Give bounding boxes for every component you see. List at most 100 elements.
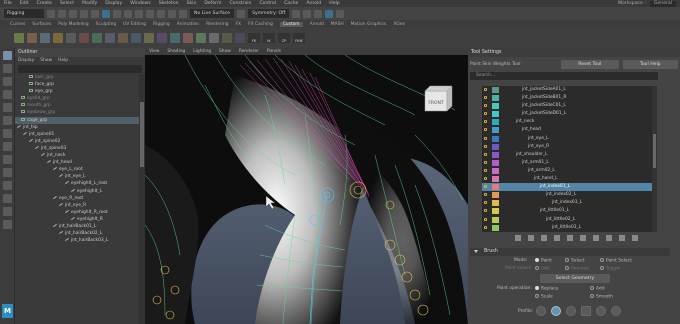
sort-icon[interactable] bbox=[515, 235, 521, 241]
shelf-tab-custom[interactable]: Custom bbox=[279, 21, 303, 27]
paint-select-toggle-radio[interactable]: Toggle bbox=[600, 266, 620, 272]
shelf-tab-animation[interactable]: Animation bbox=[177, 22, 199, 27]
influence-color-swatch[interactable] bbox=[492, 224, 499, 231]
op-add-radio[interactable]: Add bbox=[590, 286, 605, 292]
select-tool-icon[interactable] bbox=[2, 51, 12, 60]
influence-row[interactable]: jnt_arm02_L bbox=[482, 167, 657, 175]
viewcube[interactable]: FRONT bbox=[424, 85, 453, 112]
outliner-row[interactable]: eyelid_grp bbox=[15, 95, 139, 102]
layout-b-icon[interactable] bbox=[2, 207, 12, 216]
influence-color-swatch[interactable] bbox=[492, 87, 499, 93]
profile-image-icon[interactable] bbox=[596, 306, 606, 316]
outliner-row[interactable]: jnt_eye_L bbox=[15, 173, 139, 180]
lattice-icon[interactable] bbox=[105, 33, 115, 43]
shelf-tab-rendering[interactable]: Rendering bbox=[206, 22, 228, 27]
brush-section-header[interactable]: Brush bbox=[470, 248, 670, 256]
influence-color-swatch[interactable] bbox=[492, 135, 499, 142]
menu-cache[interactable]: Cache bbox=[284, 1, 298, 6]
cluster-icon[interactable] bbox=[92, 33, 102, 43]
unlock-all-icon[interactable] bbox=[541, 235, 547, 241]
lock-icon[interactable] bbox=[484, 160, 487, 164]
outliner-row[interactable]: cage_grp bbox=[15, 116, 139, 124]
outliner-layout-icon[interactable] bbox=[2, 168, 12, 177]
influence-row[interactable]: jnt_neck bbox=[482, 118, 657, 126]
influence-color-swatch[interactable] bbox=[492, 159, 499, 166]
outliner-row[interactable]: eyehighlt_R_root bbox=[15, 209, 139, 216]
op-replace-radio[interactable]: Replace bbox=[535, 286, 558, 292]
profile-square-icon[interactable] bbox=[581, 306, 591, 316]
menu-select[interactable]: Select bbox=[60, 1, 74, 6]
shelf-tab-xgen[interactable]: XGen bbox=[393, 22, 405, 27]
hypershade-icon[interactable] bbox=[325, 9, 334, 18]
influence-color-swatch[interactable] bbox=[492, 184, 499, 191]
lasso-tool-icon[interactable] bbox=[2, 64, 12, 73]
render-settings-icon[interactable] bbox=[314, 9, 323, 18]
lock-icon[interactable] bbox=[484, 177, 487, 181]
menu-skin[interactable]: Skin bbox=[187, 1, 197, 6]
influence-row[interactable]: jnt_eye_L bbox=[482, 135, 657, 143]
influence-color-swatch[interactable] bbox=[492, 103, 499, 110]
outliner-row[interactable]: jnt_hip bbox=[15, 124, 139, 131]
op-scale-radio[interactable]: Scale bbox=[535, 294, 553, 300]
menu-set-dropdown[interactable]: Rigging bbox=[4, 9, 44, 18]
paint-select-add-radio[interactable]: Add bbox=[535, 266, 550, 272]
influence-color-swatch[interactable] bbox=[492, 143, 499, 150]
viewport-panel[interactable]: View Shading Lighting Show Renderer Pane… bbox=[145, 48, 468, 324]
lock-icon[interactable] bbox=[484, 217, 487, 221]
shelf-tab-curves[interactable]: Curves bbox=[10, 22, 25, 27]
make-live-icon[interactable] bbox=[179, 9, 187, 18]
influence-row[interactable]: jnt_arm01_L bbox=[482, 159, 657, 167]
render-icon[interactable] bbox=[292, 9, 301, 18]
freeze-transforms-icon[interactable] bbox=[209, 33, 219, 43]
viewport-scene[interactable]: FRONT bbox=[145, 55, 468, 324]
snap-point-icon[interactable] bbox=[157, 9, 165, 18]
wrap-icon[interactable] bbox=[131, 33, 141, 43]
select-by-object-icon[interactable] bbox=[113, 9, 121, 18]
influence-row[interactable]: jnt_littlle03_L bbox=[482, 224, 657, 232]
render-setup-icon[interactable] bbox=[336, 9, 345, 18]
lock-icon[interactable] bbox=[484, 120, 487, 124]
copy-icon[interactable] bbox=[619, 235, 625, 241]
select-geometry-button[interactable]: Select Geometry bbox=[540, 274, 610, 283]
outliner-row[interactable]: jnt_spine01 bbox=[15, 131, 139, 138]
outliner-row[interactable]: eye_grp bbox=[15, 88, 139, 95]
outliner-search-input[interactable] bbox=[18, 65, 142, 73]
outliner-row[interactable]: jnt_hairBack02_L bbox=[15, 230, 139, 237]
graph-layout-icon[interactable] bbox=[2, 181, 12, 190]
outliner-menu-help[interactable]: Help bbox=[58, 58, 68, 63]
shelf-tab-sculpting[interactable]: Sculpting bbox=[96, 22, 117, 27]
vp-menu-renderer[interactable]: Renderer bbox=[239, 49, 259, 54]
ipr-render-icon[interactable] bbox=[303, 9, 312, 18]
influence-scrollbar[interactable] bbox=[652, 86, 657, 232]
shelf-tab-uv-editing[interactable]: UV Editing bbox=[123, 22, 146, 27]
lock-icon[interactable] bbox=[484, 152, 487, 156]
copy-weights-icon[interactable] bbox=[79, 33, 89, 43]
influence-color-swatch[interactable] bbox=[492, 167, 499, 174]
shelf-tab-fx-caching[interactable]: FX Caching bbox=[248, 22, 273, 27]
influence-row[interactable]: jnt_index01_L bbox=[482, 183, 657, 192]
ik-shelf-button[interactable]: IK bbox=[263, 33, 275, 43]
curve-tool-icon[interactable] bbox=[196, 33, 206, 43]
op-smooth-radio[interactable]: Smooth bbox=[590, 294, 613, 300]
rotate-tool-icon[interactable] bbox=[2, 103, 12, 112]
open-scene-icon[interactable] bbox=[58, 9, 66, 18]
mirror-icon[interactable] bbox=[606, 235, 612, 241]
outliner-menu-display[interactable]: Display bbox=[18, 58, 34, 63]
influence-row[interactable]: jnt_jacketSideC01_L bbox=[482, 102, 657, 110]
profile-soft-icon[interactable] bbox=[551, 306, 561, 316]
influence-color-swatch[interactable] bbox=[492, 208, 499, 215]
menu-skeleton[interactable]: Skeleton bbox=[159, 1, 179, 6]
outliner-row[interactable]: eyehighlt_R bbox=[15, 216, 139, 223]
vp-menu-view[interactable]: View bbox=[149, 49, 159, 54]
outliner-row[interactable]: eyehighlt_L bbox=[15, 188, 139, 195]
influence-row[interactable]: jnt_littlle02_L bbox=[482, 216, 657, 224]
blend-shape-icon[interactable] bbox=[118, 33, 128, 43]
shelf-tab-mash[interactable]: MASH bbox=[331, 22, 344, 27]
influence-color-swatch[interactable] bbox=[492, 127, 499, 134]
shelf-tab-poly-modeling[interactable]: Poly Modeling bbox=[58, 22, 88, 27]
mirror-weights-icon[interactable] bbox=[66, 33, 76, 43]
influence-row[interactable]: jnt_littlle01_L bbox=[482, 207, 657, 215]
select-by-component-icon[interactable] bbox=[124, 9, 132, 18]
outliner-row[interactable]: jnt_spine02 bbox=[15, 138, 139, 145]
vp-menu-shading[interactable]: Shading bbox=[167, 49, 185, 54]
